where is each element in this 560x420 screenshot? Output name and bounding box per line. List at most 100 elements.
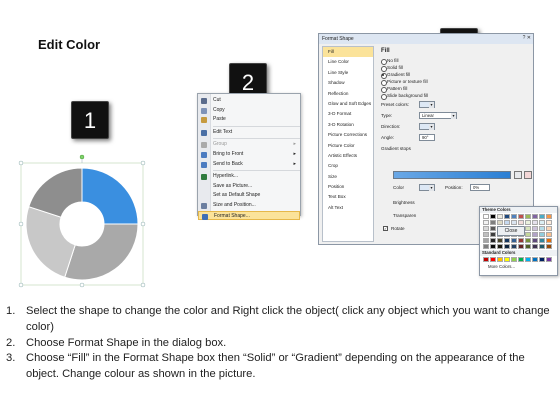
color-swatch[interactable]: [483, 257, 489, 262]
color-swatch[interactable]: [490, 220, 496, 225]
direction-button[interactable]: ▾: [419, 123, 435, 130]
color-swatch[interactable]: [490, 214, 496, 219]
color-swatch[interactable]: [539, 257, 545, 262]
resize-handle[interactable]: [79, 282, 85, 288]
sidebar-item[interactable]: Alt Text: [323, 203, 373, 213]
color-swatch[interactable]: [518, 214, 524, 219]
sidebar-item[interactable]: Size: [323, 172, 373, 182]
sidebar-item[interactable]: Glow and Soft Edges: [323, 99, 373, 109]
color-swatch[interactable]: [490, 244, 496, 249]
color-swatch[interactable]: [511, 220, 517, 225]
color-swatch[interactable]: [511, 238, 517, 243]
color-swatch[interactable]: [539, 220, 545, 225]
type-select[interactable]: Linear ▾: [419, 112, 457, 119]
menu-item[interactable]: Hyperlink...: [198, 172, 300, 182]
color-swatch[interactable]: [483, 232, 489, 237]
menu-item[interactable]: Send to Back ▸: [198, 160, 300, 170]
resize-handle[interactable]: [140, 282, 146, 288]
color-swatch[interactable]: [546, 232, 552, 237]
resize-handle[interactable]: [18, 282, 24, 288]
sidebar-item[interactable]: 3-D Format: [323, 109, 373, 119]
color-swatch[interactable]: [525, 214, 531, 219]
color-swatch[interactable]: [497, 257, 503, 262]
menu-item[interactable]: Format Shape...: [198, 210, 300, 221]
color-swatch[interactable]: [546, 238, 552, 243]
angle-input[interactable]: 90°: [419, 134, 435, 141]
menu-item[interactable]: Set as Default Shape: [198, 191, 300, 201]
color-swatch[interactable]: [546, 220, 552, 225]
color-swatch[interactable]: [483, 238, 489, 243]
color-swatch[interactable]: [518, 244, 524, 249]
color-swatch[interactable]: [518, 257, 524, 262]
sidebar-item[interactable]: Fill: [323, 47, 373, 58]
color-swatch[interactable]: [532, 220, 538, 225]
menu-item[interactable]: Size and Position...: [198, 201, 300, 211]
donut-shape[interactable]: [14, 150, 154, 290]
donut-segment[interactable]: [81, 167, 139, 225]
color-swatch[interactable]: [504, 214, 510, 219]
color-swatch[interactable]: [539, 244, 545, 249]
color-swatch[interactable]: [490, 226, 496, 231]
sidebar-item[interactable]: Line Color: [323, 57, 373, 67]
color-swatch[interactable]: [539, 238, 545, 243]
menu-item[interactable]: Edit Text: [198, 128, 300, 138]
dialog-title-buttons[interactable]: ? ✕: [523, 35, 531, 41]
menu-item[interactable]: Bring to Front ▸: [198, 150, 300, 160]
color-swatch[interactable]: [539, 232, 545, 237]
sidebar-item[interactable]: 3-D Rotation: [323, 120, 373, 130]
color-swatch[interactable]: [504, 244, 510, 249]
color-swatch[interactable]: [497, 244, 503, 249]
rotate-checkbox[interactable]: ✓: [383, 226, 388, 231]
color-swatch[interactable]: [525, 232, 531, 237]
resize-handle[interactable]: [140, 160, 146, 166]
sidebar-item[interactable]: Line Style: [323, 68, 373, 78]
color-swatch[interactable]: [539, 226, 545, 231]
donut-segment[interactable]: [25, 206, 76, 278]
sidebar-item[interactable]: Crop: [323, 161, 373, 171]
color-swatch[interactable]: [525, 244, 531, 249]
color-swatch[interactable]: [511, 214, 517, 219]
resize-handle[interactable]: [140, 221, 146, 227]
color-swatch[interactable]: [504, 238, 510, 243]
color-swatch[interactable]: [525, 257, 531, 262]
fill-option-radio[interactable]: Picture or texture fill: [379, 78, 529, 86]
color-swatch[interactable]: [483, 214, 489, 219]
color-swatch[interactable]: [497, 220, 503, 225]
position-input[interactable]: 0%: [470, 184, 490, 191]
fill-option-radio[interactable]: Gradient fill: [379, 71, 529, 79]
menu-item[interactable]: Paste: [198, 115, 300, 125]
color-swatch[interactable]: [504, 220, 510, 225]
color-swatch[interactable]: [532, 238, 538, 243]
color-swatch[interactable]: [532, 232, 538, 237]
fill-option-radio[interactable]: Pattern fill: [379, 85, 529, 93]
donut-segment[interactable]: [64, 223, 139, 281]
color-swatch[interactable]: [525, 226, 531, 231]
menu-item[interactable]: Copy: [198, 106, 300, 116]
more-colors-link[interactable]: More Colors...: [480, 263, 557, 270]
color-swatch[interactable]: [483, 220, 489, 225]
sidebar-item[interactable]: Shadow: [323, 78, 373, 88]
color-swatch[interactable]: [483, 226, 489, 231]
color-swatch[interactable]: [525, 238, 531, 243]
color-swatch[interactable]: [532, 244, 538, 249]
fill-option-radio[interactable]: Solid fill: [379, 64, 529, 72]
sidebar-item[interactable]: Artistic Effects: [323, 151, 373, 161]
color-swatch[interactable]: [497, 214, 503, 219]
color-swatch[interactable]: [546, 226, 552, 231]
color-swatch[interactable]: [483, 244, 489, 249]
color-swatch[interactable]: [490, 232, 496, 237]
color-swatch[interactable]: [490, 257, 496, 262]
sidebar-item[interactable]: Picture Color: [323, 141, 373, 151]
sidebar-item[interactable]: Picture Corrections: [323, 130, 373, 140]
rotation-handle[interactable]: [79, 154, 85, 160]
sidebar-item[interactable]: Position: [323, 182, 373, 192]
menu-item[interactable]: Cut: [198, 96, 300, 106]
color-swatch[interactable]: [532, 257, 538, 262]
color-swatch[interactable]: [511, 257, 517, 262]
color-swatch[interactable]: [532, 214, 538, 219]
color-swatch[interactable]: [525, 220, 531, 225]
color-swatch[interactable]: [504, 257, 510, 262]
color-swatch[interactable]: [546, 257, 552, 262]
sidebar-item[interactable]: Text Box: [323, 192, 373, 202]
color-swatch[interactable]: [518, 238, 524, 243]
